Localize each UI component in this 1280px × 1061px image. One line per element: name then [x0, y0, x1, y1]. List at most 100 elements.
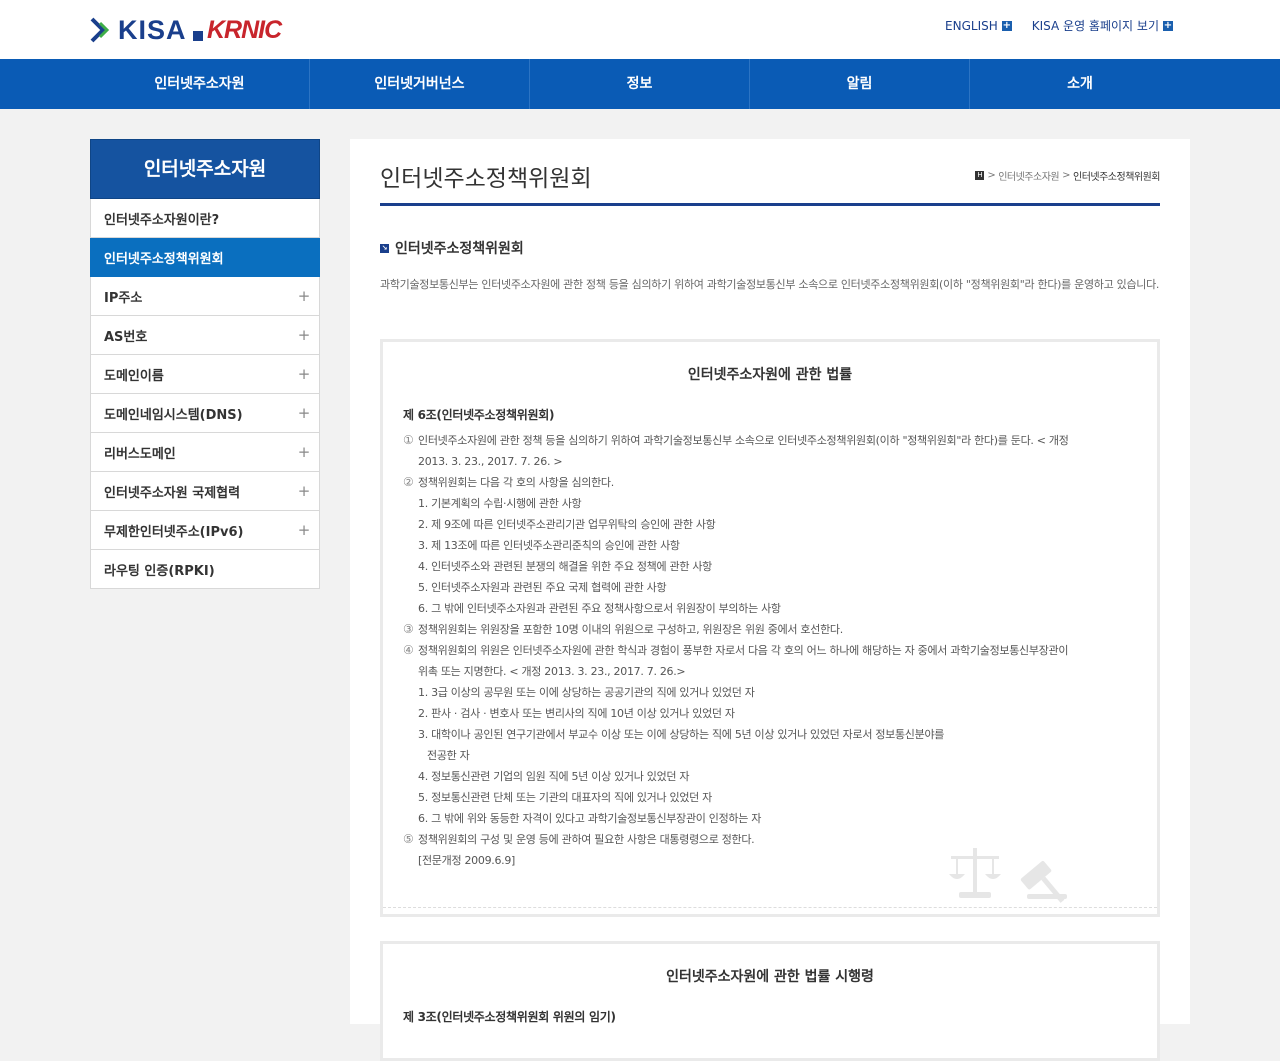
law-line: ④ 정책위원회의 위원은 인터넷주소자원에 관한 학식과 경험이 풍부한 자로서 …	[403, 640, 1143, 661]
krnic-logo-text: KRNIC	[207, 16, 282, 44]
law-line-text: 정책위원회의 구성 및 운영 등에 관하여 필요한 사항은 대통령령으로 정한다…	[418, 833, 755, 846]
box-divider	[383, 907, 1157, 908]
title-divider	[380, 203, 1160, 206]
arrow-bullet-icon: ↘	[380, 243, 389, 253]
law-line: 5. 인터넷주소자원과 관련된 주요 국제 협력에 관한 사항	[403, 577, 1143, 598]
law-line-text: 6. 그 밖에 인터넷주소자원과 관련된 주요 정책사항으로서 위원장이 부의하…	[418, 602, 781, 615]
clause-number: ①	[403, 433, 414, 447]
section-description: 과학기술정보통신부는 인터넷주소자원에 관한 정책 등을 심의하기 위하여 과학…	[380, 278, 1160, 291]
nav-item-info[interactable]: 정보	[530, 59, 750, 109]
side-menu-item[interactable]: 도메인네임시스템(DNS) +	[90, 394, 320, 433]
law-article-body: ① 인터넷주소자원에 관한 정책 등을 심의하기 위하여 과학기술정보통신부 소속…	[403, 430, 1143, 871]
nav-item-governance[interactable]: 인터넷거버넌스	[310, 59, 530, 109]
law-line: 전공한 자	[403, 745, 1143, 766]
clause-number: ⑤	[403, 832, 414, 846]
side-menu-item[interactable]: AS번호 +	[90, 316, 320, 355]
scales-gavel-icon	[949, 848, 1067, 903]
plus-icon: +	[1163, 19, 1173, 31]
side-menu-item[interactable]: 라우팅 인증(RPKI)	[90, 550, 320, 589]
side-menu: 인터넷주소자원 인터넷주소자원이란? 인터넷주소정책위원회 IP주소 + AS번호 + 도메…	[90, 139, 320, 589]
kisa-logo-icon	[90, 17, 110, 43]
main-nav: 인터넷주소자원 인터넷거버넌스 정보 알림 소개	[0, 59, 1280, 109]
main-content: 인터넷주소정책위원회 H > 인터넷주소자원 > 인터넷주소정책위원회 ↘ 인터…	[350, 139, 1190, 1061]
nav-item-about[interactable]: 소개	[970, 59, 1190, 109]
law-line-text: 3. 대학이나 공인된 연구기관에서 부교수 이상 또는 이에 상당하는 직에 …	[418, 728, 945, 741]
side-menu-item-label: IP주소	[104, 290, 143, 306]
law-line: 3. 제 13조에 따른 인터넷주소관리준칙의 승인에 관한 사항	[403, 535, 1143, 556]
expand-plus-icon[interactable]: +	[289, 365, 319, 383]
law-line: 1. 기본계획의 수립·시행에 관한 사항	[403, 493, 1143, 514]
law-line: 6. 그 밖에 위와 동등한 자격이 있다고 과학기술정보통신부장관이 인정하는…	[403, 808, 1143, 829]
plus-icon: +	[1001, 19, 1012, 31]
expand-plus-icon[interactable]: +	[289, 443, 319, 461]
side-menu-item-label: 인터넷주소정책위원회	[104, 251, 224, 267]
side-menu-item[interactable]: 인터넷주소자원 국제협력 +	[90, 472, 320, 511]
law-box-decree: 인터넷주소자원에 관한 법률 시행령 제 3조(인터넷주소정책위원회 위원의 임…	[380, 941, 1160, 1061]
breadcrumb-separator: >	[987, 170, 996, 181]
law-line: 위촉 또는 지명한다. < 개정 2013. 3. 23., 2017. 7. …	[403, 661, 1143, 682]
expand-plus-icon[interactable]: +	[289, 521, 319, 539]
side-menu-item-label: 인터넷주소자원이란?	[104, 212, 220, 228]
law-line: 1. 3급 이상의 공무원 또는 이에 상당하는 공공기관의 직에 있거나 있었…	[403, 682, 1143, 703]
top-links: ENGLISH + KISA 운영 홈페이지 보기 +	[945, 17, 1173, 34]
law-line-text: 2. 판사 · 검사 · 변호사 또는 변리사의 직에 10년 이상 있거나 있…	[418, 707, 735, 720]
expand-plus-icon[interactable]: +	[289, 404, 319, 422]
law-line-text: 5. 인터넷주소자원과 관련된 주요 국제 협력에 관한 사항	[418, 581, 667, 594]
law-line-text: 1. 기본계획의 수립·시행에 관한 사항	[418, 497, 582, 510]
law-box-act: 인터넷주소자원에 관한 법률 제 6조(인터넷주소정책위원회) ① 인터넷주소자원…	[380, 339, 1160, 917]
law-line-text: 인터넷주소자원에 관한 정책 등을 심의하기 위하여 과학기술정보통신부 소속으…	[418, 434, 1069, 447]
law-line-text: 3. 제 13조에 따른 인터넷주소관리준칙의 승인에 관한 사항	[418, 539, 680, 552]
law-line-text: 정책위원회는 다음 각 호의 사항을 심의한다.	[418, 476, 614, 489]
side-menu-item[interactable]: 무제한인터넷주소(IPv6) +	[90, 511, 320, 550]
side-menu-item[interactable]: 인터넷주소자원이란?	[90, 199, 320, 238]
law-line: ② 정책위원회는 다음 각 호의 사항을 심의한다.	[403, 472, 1143, 493]
law-line-text: 2013. 3. 23., 2017. 7. 26. >	[418, 455, 563, 468]
law-line-text: 1. 3급 이상의 공무원 또는 이에 상당하는 공공기관의 직에 있거나 있었…	[418, 686, 755, 699]
law-line: 3. 대학이나 공인된 연구기관에서 부교수 이상 또는 이에 상당하는 직에 …	[403, 724, 1143, 745]
page-title: 인터넷주소정책위원회	[380, 166, 592, 192]
law-line: ① 인터넷주소자원에 관한 정책 등을 심의하기 위하여 과학기술정보통신부 소속…	[403, 430, 1143, 451]
home-icon[interactable]: H	[975, 171, 985, 180]
law-line: 4. 정보통신관련 기업의 임원 직에 5년 이상 있거나 있었던 자	[403, 766, 1143, 787]
kisa-logo-text: KISA	[118, 14, 187, 45]
law-line-text: 4. 정보통신관련 기업의 임원 직에 5년 이상 있거나 있었던 자	[418, 770, 690, 783]
law-line: 5. 정보통신관련 단체 또는 기관의 대표자의 직에 있거나 있었던 자	[403, 787, 1143, 808]
side-menu-item-label: 도메인네임시스템(DNS)	[104, 407, 243, 423]
nav-item-notice[interactable]: 알림	[750, 59, 970, 109]
side-menu-item[interactable]: IP주소 +	[90, 277, 320, 316]
law-line: 4. 인터넷주소와 관련된 분쟁의 해결을 위한 주요 정책에 관한 사항	[403, 556, 1143, 577]
law-line: 2013. 3. 23., 2017. 7. 26. >	[403, 451, 1143, 472]
article-title: 제 6조(인터넷주소정책위원회)	[403, 408, 555, 422]
law-line-text: 4. 인터넷주소와 관련된 분쟁의 해결을 위한 주요 정책에 관한 사항	[418, 560, 712, 573]
breadcrumb-parent[interactable]: 인터넷주소자원	[998, 168, 1059, 183]
krnic-logo[interactable]: KRNIC	[193, 16, 282, 45]
side-menu-item-label: 리버스도메인	[104, 446, 176, 462]
law-line: 6. 그 밖에 인터넷주소자원과 관련된 주요 정책사항으로서 위원장이 부의하…	[403, 598, 1143, 619]
law-heading: 인터넷주소자원에 관한 법률 시행령	[666, 969, 874, 985]
side-menu-item[interactable]: 리버스도메인 +	[90, 433, 320, 472]
kisa-home-link[interactable]: KISA 운영 홈페이지 보기 +	[1032, 17, 1173, 34]
law-line-text: 2. 제 9조에 따른 인터넷주소관리기관 업무위탁의 승인에 관한 사항	[418, 518, 716, 531]
kisa-home-link-label: KISA 운영 홈페이지 보기	[1031, 19, 1159, 33]
law-line-text: 정책위원회의 위원은 인터넷주소자원에 관한 학식과 경험이 풍부한 자로서 다…	[418, 644, 1069, 657]
side-menu-item-label: 인터넷주소자원 국제협력	[104, 485, 241, 501]
side-menu-item-label: 라우팅 인증(RPKI)	[104, 563, 215, 579]
english-link[interactable]: ENGLISH +	[945, 17, 1012, 34]
top-header: KISA KRNIC ENGLISH + KISA 운영 홈페이지 보기 +	[0, 0, 1280, 59]
article-title: 제 3조(인터넷주소정책위원회 위원의 임기)	[403, 1010, 616, 1024]
kisa-logo[interactable]: KISA	[90, 14, 187, 46]
nav-item-address-resources[interactable]: 인터넷주소자원	[90, 59, 310, 109]
side-menu-item[interactable]: 인터넷주소정책위원회	[90, 238, 320, 277]
breadcrumb: H > 인터넷주소자원 > 인터넷주소정책위원회	[975, 168, 1161, 183]
english-link-label: ENGLISH	[945, 18, 998, 33]
expand-plus-icon[interactable]: +	[289, 287, 319, 305]
side-menu-item-label: 무제한인터넷주소(IPv6)	[104, 524, 244, 540]
breadcrumb-current: 인터넷주소정책위원회	[1073, 172, 1161, 183]
side-menu-item[interactable]: 도메인이름 +	[90, 355, 320, 394]
law-line-text: 전공한 자	[427, 749, 470, 762]
law-line-text: [전문개정 2009.6.9]	[418, 854, 516, 867]
expand-plus-icon[interactable]: +	[289, 326, 319, 344]
breadcrumb-separator: >	[1062, 170, 1070, 181]
section-title: ↘ 인터넷주소정책위원회	[380, 238, 524, 258]
expand-plus-icon[interactable]: +	[289, 482, 319, 500]
